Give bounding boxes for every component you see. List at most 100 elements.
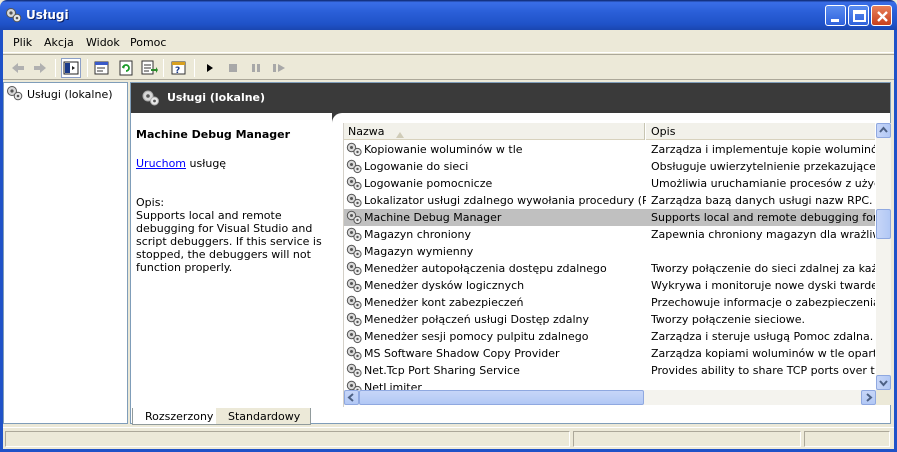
- restart-service-icon[interactable]: [269, 58, 289, 78]
- svg-text:?: ?: [175, 66, 180, 76]
- details-pane: Usługi (lokalne) Machine Debug Manager U…: [130, 82, 891, 424]
- status-cell-2: [573, 431, 801, 447]
- show-tree-icon[interactable]: [61, 58, 81, 78]
- service-name-cell: Logowanie pomocnicze: [364, 177, 493, 190]
- service-desc-cell: Tworzy połączenie do sieci zdalnej za ka…: [651, 262, 875, 275]
- console-tree[interactable]: Usługi (lokalne): [3, 82, 128, 424]
- forward-arrow-icon[interactable]: [30, 58, 50, 78]
- service-name-cell: Lokalizator usługi zdalnego wywołania pr…: [364, 194, 646, 207]
- services-list[interactable]: Nazwa Opis Kopiowanie woluminów w tle Zar…: [343, 123, 891, 407]
- panel-header: Usługi (lokalne): [131, 83, 890, 113]
- service-desc-cell: Umożliwia uruchamianie procesów z użycie…: [651, 177, 875, 190]
- menu-widok[interactable]: Widok: [86, 36, 120, 49]
- description-text: Supports local and remote debugging for …: [136, 209, 322, 274]
- service-desc-cell: Provides ability to share TCP ports over…: [651, 364, 875, 377]
- table-row[interactable]: Menedżer połączeń usługi Dostęp zdalny Tw…: [344, 311, 875, 328]
- column-header: Nazwa Opis: [344, 123, 875, 140]
- service-desc-cell: Zarządza bazą danych usługi nazw RPC.: [651, 194, 873, 207]
- services-gears-icon: [6, 85, 24, 104]
- service-desc-cell: Tworzy połączenie sieciowe.: [651, 313, 806, 326]
- service-gear-icon: [346, 380, 363, 390]
- selected-service-name: Machine Debug Manager: [136, 128, 290, 141]
- tree-item-local-services[interactable]: Usługi (lokalne): [6, 85, 113, 104]
- description-panel: Machine Debug Manager Uruchom usługę Opi…: [135, 123, 335, 403]
- stop-service-icon[interactable]: [223, 58, 243, 78]
- horizontal-scroll-thumb[interactable]: [359, 390, 644, 405]
- table-row[interactable]: Logowanie pomocnicze Umożliwia uruchamian…: [344, 175, 875, 192]
- start-service-icon[interactable]: [200, 58, 220, 78]
- table-row[interactable]: Magazyn chroniony Zapewnia chroniony maga…: [344, 226, 875, 243]
- start-service-link[interactable]: Uruchom: [136, 157, 186, 170]
- scroll-left-button[interactable]: [344, 390, 359, 405]
- status-cell-3: [804, 431, 890, 447]
- vertical-scrollbar[interactable]: [876, 123, 891, 390]
- start-service-suffix: usługę: [186, 157, 227, 170]
- list-rows: Kopiowanie woluminów w tle Zarządza i imp…: [344, 141, 875, 390]
- service-name-cell: Net.Tcp Port Sharing Service: [364, 364, 520, 377]
- table-row[interactable]: Menedżer dysków logicznych Wykrywa i moni…: [344, 277, 875, 294]
- service-name-cell: Magazyn chroniony: [364, 228, 471, 241]
- service-name-cell: Menedżer dysków logicznych: [364, 279, 525, 292]
- panel-title: Usługi (lokalne): [167, 91, 266, 104]
- back-arrow-icon[interactable]: [8, 58, 28, 78]
- services-gears-icon: [141, 89, 161, 110]
- tree-item-label: Usługi (lokalne): [27, 87, 113, 101]
- maximize-button[interactable]: [848, 5, 869, 26]
- service-desc-cell: Wykrywa i monitoruje nowe dyski twarde i…: [651, 279, 875, 292]
- sort-ascending-icon: [396, 128, 404, 141]
- table-row[interactable]: Net.Tcp Port Sharing Service Provides abi…: [344, 362, 875, 379]
- start-service-line: Uruchom usługę: [136, 157, 226, 170]
- scroll-right-button[interactable]: [861, 390, 876, 405]
- service-desc-cell: Zapewnia chroniony magazyn dla wrażliwyc…: [651, 228, 875, 241]
- table-row[interactable]: NetLimiter: [344, 379, 875, 390]
- scroll-up-button[interactable]: [876, 123, 891, 138]
- table-row[interactable]: Machine Debug Manager Supports local and …: [344, 209, 875, 226]
- table-row[interactable]: Menedżer sesji pomocy pulpitu zdalnego Za…: [344, 328, 875, 345]
- minimize-button[interactable]: [825, 5, 846, 26]
- toolbar: ?: [3, 54, 894, 80]
- menu-plik[interactable]: Plik: [13, 36, 32, 49]
- table-row[interactable]: MS Software Shadow Copy Provider Zarządza…: [344, 345, 875, 362]
- status-cell-main: [5, 431, 570, 447]
- export-list-icon[interactable]: [139, 58, 159, 78]
- service-desc-cell: Zarządza i steruje usługą Pomoc zdalna. …: [651, 330, 875, 343]
- service-name-cell: Menedżer połączeń usługi Dostęp zdalny: [364, 313, 590, 326]
- table-row[interactable]: Menedżer kont zabezpieczeń Przechowuje in…: [344, 294, 875, 311]
- service-name-cell: Machine Debug Manager: [364, 211, 502, 224]
- column-header-desc[interactable]: Opis: [651, 125, 675, 138]
- service-name-cell: Kopiowanie woluminów w tle: [364, 143, 523, 156]
- service-name-cell: MS Software Shadow Copy Provider: [364, 347, 560, 360]
- tab-standard[interactable]: Standardowy: [216, 408, 312, 425]
- table-row[interactable]: Logowanie do sieci Obsługuje uwierzytelni…: [344, 158, 875, 175]
- service-desc-cell: Supports local and remote debugging for …: [651, 211, 875, 224]
- horizontal-scrollbar[interactable]: [344, 390, 876, 405]
- service-name-cell: NetLimiter: [364, 381, 422, 390]
- table-row[interactable]: Menedżer autopołączenia dostępu zdalnego…: [344, 260, 875, 277]
- properties-icon[interactable]: [92, 58, 112, 78]
- close-button[interactable]: [871, 5, 892, 26]
- table-row[interactable]: Lokalizator usługi zdalnego wywołania pr…: [344, 192, 875, 209]
- title-bar[interactable]: Usługi: [0, 0, 897, 30]
- scroll-down-button[interactable]: [876, 375, 891, 390]
- refresh-icon[interactable]: [116, 58, 136, 78]
- service-desc-cell: Zarządza kopiami woluminów w tle opartym…: [651, 347, 875, 360]
- window-title: Usługi: [26, 8, 69, 22]
- menu-akcja[interactable]: Akcja: [44, 36, 74, 49]
- help-icon[interactable]: ?: [169, 58, 189, 78]
- view-tabs: Rozszerzony Standardowy: [130, 408, 891, 426]
- service-name-cell: Menedżer kont zabezpieczeń: [364, 296, 524, 309]
- vertical-scroll-thumb[interactable]: [876, 209, 891, 239]
- table-row[interactable]: Magazyn wymienny: [344, 243, 875, 260]
- menu-bar: Plik Akcja Widok Pomoc: [3, 33, 894, 53]
- service-desc-cell: Obsługuje uwierzytelnienie przekazujące …: [651, 160, 875, 173]
- service-name-cell: Magazyn wymienny: [364, 245, 474, 258]
- service-desc-cell: Zarządza i implementuje kopie woluminów …: [651, 143, 875, 156]
- menu-pomoc[interactable]: Pomoc: [130, 36, 166, 49]
- tab-extended[interactable]: Rozszerzony: [132, 408, 224, 425]
- table-row[interactable]: Kopiowanie woluminów w tle Zarządza i imp…: [344, 141, 875, 158]
- column-resize-handle[interactable]: [644, 123, 646, 140]
- service-name-cell: Menedżer sesji pomocy pulpitu zdalnego: [364, 330, 589, 343]
- description-label: Opis:: [136, 196, 165, 209]
- pause-service-icon[interactable]: [246, 58, 266, 78]
- column-header-name[interactable]: Nazwa: [348, 125, 384, 138]
